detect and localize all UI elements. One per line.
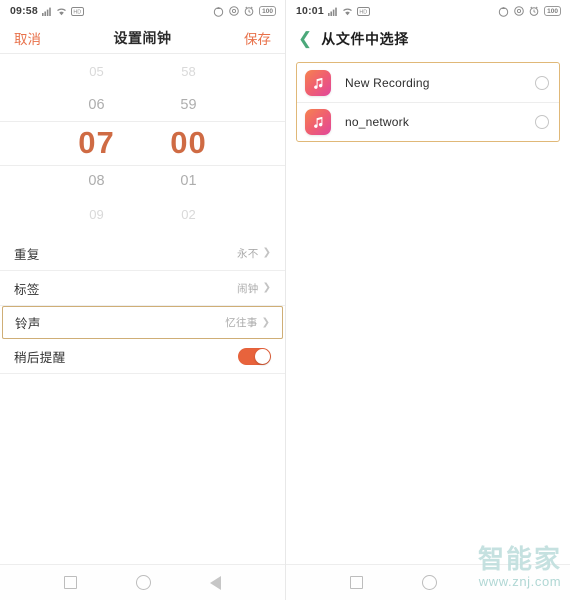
file-radio-button[interactable] (535, 76, 549, 90)
setting-value-group-ringtone: 忆往事 ❯ (225, 315, 270, 330)
data-saver-icon (213, 6, 224, 17)
minute-picker-column[interactable]: 58 59 00 01 02 (143, 54, 235, 232)
hour-option-below[interactable]: 08 (51, 164, 143, 198)
hour-selected-value[interactable]: 07 (51, 122, 143, 164)
minute-selected-value[interactable]: 00 (143, 122, 235, 164)
snooze-toggle-switch[interactable] (238, 347, 271, 365)
alarm-settings-list: 重复 永不 ❯ 标签 闹钟 ❯ 铃声 忆往事 ❯ 稍后提醒 (0, 232, 285, 374)
minute-option-far-above[interactable]: 58 (143, 54, 235, 88)
home-circle-icon[interactable] (421, 575, 437, 590)
status-bar-clock: 09:58 (10, 5, 38, 17)
setting-row-snooze[interactable]: 稍后提醒 (0, 339, 285, 374)
status-bar-left-group: 09:58 HD (10, 5, 84, 17)
save-button[interactable]: 保存 (244, 28, 271, 48)
minute-option-above[interactable]: 59 (143, 88, 235, 122)
chevron-right-icon: ❯ (262, 282, 271, 293)
list-item[interactable]: no_network (297, 102, 559, 140)
setting-row-ringtone[interactable]: 铃声 忆往事 ❯ (2, 306, 283, 339)
minute-option-far-below[interactable]: 02 (143, 198, 235, 232)
file-name-label: New Recording (345, 76, 430, 90)
chevron-right-icon: ❯ (262, 247, 271, 258)
toggle-knob (255, 348, 270, 364)
file-picker-header-bar: ❮ 从文件中选择 (286, 22, 570, 56)
left-android-navbar (0, 564, 285, 600)
alarm-icon (244, 6, 254, 16)
setting-value-label: 闹钟 (237, 282, 259, 295)
picker-selection-line-bottom (0, 165, 285, 166)
back-triangle-icon[interactable] (210, 575, 222, 590)
hd-icon: HD (356, 6, 370, 16)
setting-row-repeat[interactable]: 重复 永不 ❯ (0, 236, 285, 271)
right-phone-screen: 10:01 HD 100 ❮ 从文件中选择 New Recording no_n… (285, 0, 570, 600)
setting-row-label[interactable]: 标签 闹钟 ❯ (0, 271, 285, 306)
battery-indicator: 100 (544, 6, 561, 16)
list-item[interactable]: New Recording (297, 64, 559, 102)
setting-value-group-repeat: 永不 ❯ (237, 246, 271, 261)
page-title: 从文件中选择 (321, 31, 409, 47)
right-status-bar: 10:01 HD 100 (286, 0, 570, 22)
recents-square-icon[interactable] (349, 576, 363, 589)
home-circle-icon[interactable] (135, 575, 151, 590)
setting-value-ringtone: 忆往事 (225, 317, 258, 329)
status-bar-right-group: 100 (498, 6, 561, 17)
battery-indicator: 100 (259, 6, 276, 16)
music-note-icon (305, 108, 331, 135)
alarm-header-bar: 取消 设置闹钟 保存 (0, 22, 285, 54)
right-content-spacer (286, 142, 570, 564)
setting-label-ringtone: 铃声 (15, 317, 41, 331)
back-chevron-icon[interactable]: ❮ (298, 30, 312, 49)
setting-value-repeat: 永不 (237, 247, 259, 260)
recents-square-icon[interactable] (63, 576, 77, 589)
cancel-button[interactable]: 取消 (14, 28, 41, 48)
svg-text:HD: HD (359, 9, 367, 15)
signal-icon (327, 7, 338, 16)
hd-icon: HD (70, 6, 84, 16)
svg-text:HD: HD (73, 9, 81, 15)
page-title: 设置闹钟 (113, 29, 172, 46)
left-phone-screen: 09:58 HD 100 取消 设置闹钟 保存 05 06 07 08 09 5… (0, 0, 285, 600)
setting-label-repeat: 重复 (14, 247, 40, 262)
status-bar-clock: 10:01 (296, 5, 324, 17)
music-note-icon (305, 70, 331, 96)
data-saver-icon (498, 6, 509, 17)
wifi-icon (56, 7, 67, 16)
minute-option-below[interactable]: 01 (143, 164, 235, 198)
time-picker[interactable]: 05 06 07 08 09 58 59 00 01 02 (0, 54, 285, 232)
dual-screenshot-container: 09:58 HD 100 取消 设置闹钟 保存 05 06 07 08 09 5… (0, 0, 570, 600)
hour-option-above[interactable]: 06 (51, 88, 143, 122)
alarm-icon (529, 6, 539, 16)
signal-icon (41, 7, 52, 16)
hour-picker-column[interactable]: 05 06 07 08 09 (51, 54, 143, 232)
file-list-container: New Recording no_network (296, 62, 560, 142)
file-name-label: no_network (345, 114, 410, 129)
picker-selection-line-top (0, 121, 285, 122)
file-radio-button[interactable] (535, 114, 549, 129)
left-content-spacer (0, 374, 285, 564)
status-bar-right-group: 100 (213, 6, 276, 17)
hour-option-far-above[interactable]: 05 (51, 54, 143, 88)
do-not-disturb-icon (514, 6, 524, 16)
setting-label-snooze: 稍后提醒 (14, 350, 66, 365)
hour-option-far-below[interactable]: 09 (51, 198, 143, 232)
setting-label-label: 标签 (14, 282, 40, 297)
chevron-right-icon: ❯ (261, 316, 270, 328)
status-bar-left-group: 10:01 HD (296, 5, 370, 17)
do-not-disturb-icon (229, 6, 239, 16)
left-status-bar: 09:58 HD 100 (0, 0, 285, 22)
wifi-icon (342, 7, 353, 16)
right-android-navbar (286, 564, 570, 600)
setting-value-group-label: 闹钟 ❯ (237, 281, 271, 296)
